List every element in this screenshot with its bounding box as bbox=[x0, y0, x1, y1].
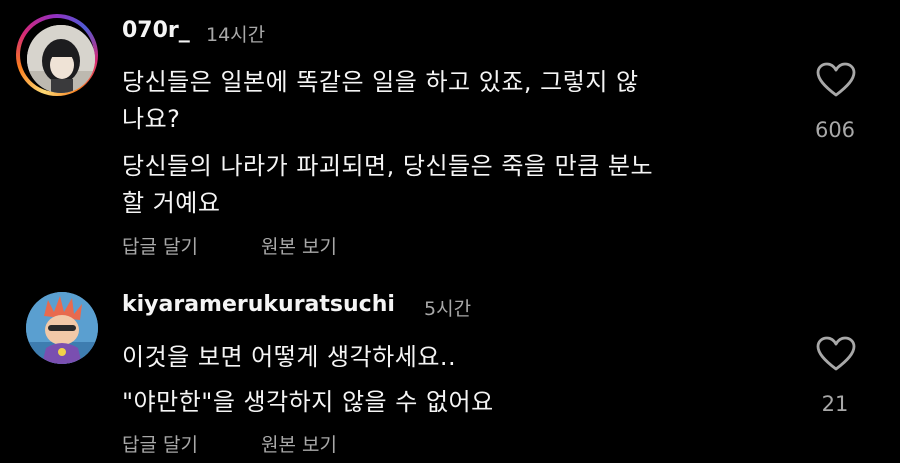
comment-username[interactable]: kiyaramerukuratsuchi bbox=[122, 292, 395, 317]
see-original-button[interactable]: 원본 보기 bbox=[261, 232, 337, 259]
like-count: 21 bbox=[821, 392, 849, 416]
see-original-button[interactable]: 원본 보기 bbox=[261, 430, 337, 457]
comment-item: kiyaramerukuratsuchi 5시간 이것을 보면 어떻게 생각하세… bbox=[0, 0, 900, 456]
comment-text-line: "야만한"을 생각하지 않을 수 없어요 bbox=[122, 388, 494, 416]
avatar-character-icon bbox=[26, 292, 98, 364]
comment-text-line: 이것을 보면 어떻게 생각하세요.. bbox=[122, 343, 457, 371]
avatar[interactable] bbox=[26, 292, 98, 364]
reply-button[interactable]: 답글 달기 bbox=[122, 430, 198, 457]
comment-time: 5시간 bbox=[424, 298, 472, 320]
heart-icon[interactable] bbox=[816, 336, 856, 372]
reply-button[interactable]: 답글 달기 bbox=[122, 232, 198, 259]
comment-text-line: 할 거예요 bbox=[122, 189, 221, 217]
